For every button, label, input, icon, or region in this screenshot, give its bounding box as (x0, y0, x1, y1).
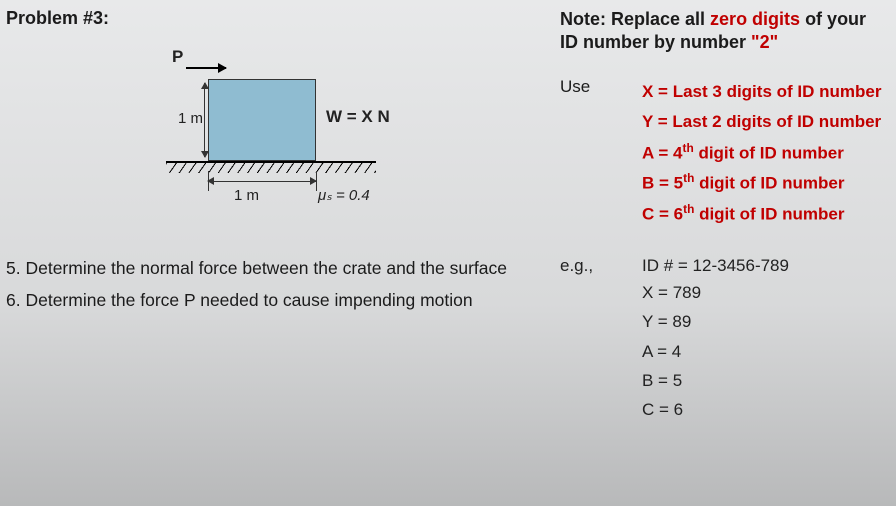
ground-line (166, 161, 376, 163)
eg-a: A = 4 (642, 337, 882, 366)
force-p-label: P (172, 47, 183, 67)
example-id: ID # = 12-3456-789 (642, 256, 789, 276)
question-6: 6. Determine the force P needed to cause… (6, 289, 550, 313)
figure: P 1 m W = X N 1 m μₛ = 0.4 (126, 47, 426, 247)
height-dimension-icon (204, 83, 205, 157)
eg-y: Y = 89 (642, 307, 882, 336)
question-5: 5. Determine the normal force between th… (6, 257, 550, 281)
example-label: e.g., (560, 256, 600, 276)
def-b: B = 5th digit of ID number (642, 168, 881, 199)
note: Note: Replace all zero digits of your ID… (560, 8, 882, 53)
def-c: C = 6th digit of ID number (642, 199, 881, 230)
variable-definitions: X = Last 3 digits of ID number Y = Last … (642, 77, 881, 230)
use-label: Use (560, 77, 600, 230)
base-dimension-icon (208, 181, 316, 182)
eg-c: C = 6 (642, 395, 882, 424)
def-a: A = 4th digit of ID number (642, 138, 881, 169)
questions: 5. Determine the normal force between th… (6, 257, 550, 312)
height-label: 1 m (178, 110, 203, 127)
weight-label: W = X N (326, 107, 390, 127)
note-text: Note: Replace all (560, 9, 710, 29)
note-highlight: zero digits (710, 9, 800, 29)
def-x: X = Last 3 digits of ID number (642, 77, 881, 107)
def-y: Y = Last 2 digits of ID number (642, 107, 881, 137)
problem-title: Problem #3: (6, 8, 550, 29)
friction-coef-label: μₛ = 0.4 (318, 186, 370, 204)
eg-x: X = 789 (642, 278, 882, 307)
crate-box (208, 79, 316, 161)
example-values: X = 789 Y = 89 A = 4 B = 5 C = 6 (642, 278, 882, 424)
force-arrow-icon (186, 67, 226, 69)
note-highlight: "2" (751, 32, 778, 52)
base-label: 1 m (234, 187, 259, 204)
eg-b: B = 5 (642, 366, 882, 395)
